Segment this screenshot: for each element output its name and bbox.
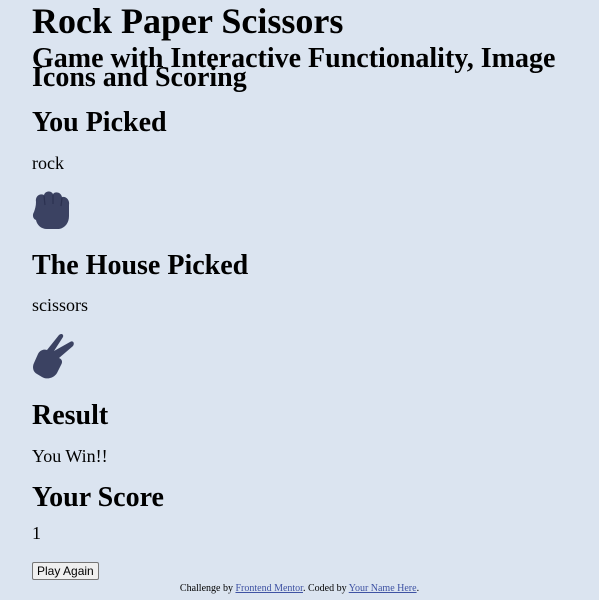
play-again-button[interactable]: Play Again xyxy=(32,562,99,580)
player-choice: rock xyxy=(32,153,64,173)
frontend-mentor-link[interactable]: Frontend Mentor xyxy=(235,583,303,594)
attribution-suffix: . xyxy=(416,583,420,594)
page-subtitle: Game with Interactive Functionality, Ima… xyxy=(32,43,556,93)
attribution-middle: . Coded by xyxy=(302,583,349,594)
attribution-prefix: Challenge by xyxy=(179,583,236,594)
result-text: You Win!! xyxy=(32,446,108,466)
attribution: Challenge by Frontend Mentor. Coded by Y… xyxy=(0,583,599,595)
result-heading: Result xyxy=(32,400,109,431)
score-heading: Your Score xyxy=(32,482,164,513)
author-link[interactable]: Your Name Here xyxy=(349,583,417,594)
page-title: Rock Paper Scissors xyxy=(32,1,344,41)
scissors-hand-icon xyxy=(32,332,76,385)
score-value: 1 xyxy=(32,523,41,543)
player-heading: You Picked xyxy=(32,107,167,138)
house-heading: The House Picked xyxy=(32,250,249,281)
house-choice: scissors xyxy=(32,295,89,315)
rock-hand-icon xyxy=(32,190,72,237)
